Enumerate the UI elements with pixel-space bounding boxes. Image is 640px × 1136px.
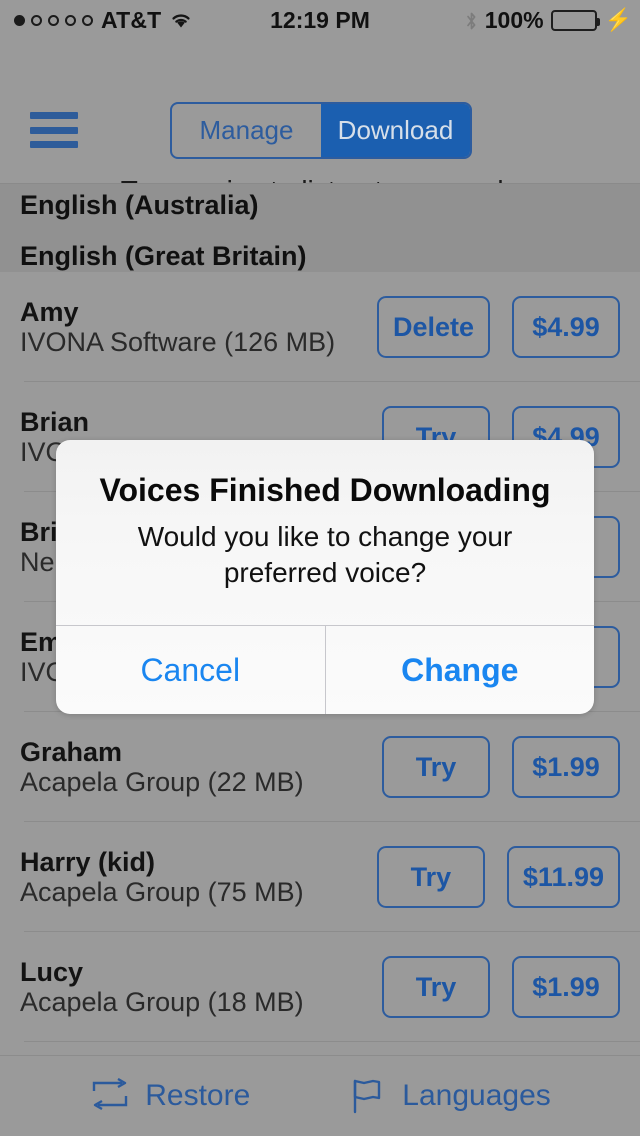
restore-loop-icon: [89, 1077, 131, 1114]
restore-button[interactable]: Restore: [89, 1077, 251, 1114]
language-item-great-britain[interactable]: English (Great Britain): [20, 241, 307, 272]
segment-manage[interactable]: Manage: [172, 104, 321, 157]
alert-button-row: Cancel Change: [56, 625, 594, 714]
status-bar: AT&T 12:19 PM 100% ⚡: [0, 0, 640, 40]
table-row[interactable]: Graham Acapela Group (22 MB) Try $1.99: [0, 712, 640, 822]
voice-info: Harry (kid) Acapela Group (75 MB): [20, 847, 304, 908]
navigation-header: Manage Download Tap a voice to listen to…: [0, 40, 640, 206]
voice-info: Graham Acapela Group (22 MB): [20, 737, 304, 798]
charging-bolt-icon: ⚡: [604, 7, 632, 32]
battery-icon: [550, 9, 600, 31]
cancel-button[interactable]: Cancel: [56, 626, 325, 714]
voice-info: Amy IVONA Software (126 MB): [20, 297, 336, 358]
alert-dialog: Voices Finished Downloading Would you li…: [56, 440, 594, 714]
row-separator: [24, 1041, 640, 1042]
voice-price-button[interactable]: $11.99: [506, 846, 620, 908]
voice-vendor: Acapela Group (75 MB): [20, 877, 304, 908]
voice-action-button[interactable]: Try: [376, 846, 485, 908]
voice-info: Bri Ne: [20, 517, 58, 578]
alert-message: Would you like to change your preferred …: [137, 520, 513, 588]
mode-segmented-control[interactable]: Manage Download: [170, 102, 472, 159]
languages-button[interactable]: Languages: [346, 1078, 551, 1114]
hamburger-menu-icon[interactable]: [30, 112, 78, 148]
voice-price-button[interactable]: $1.99: [512, 956, 620, 1018]
voice-vendor: Ne: [20, 547, 55, 578]
app-screen: AT&T 12:19 PM 100% ⚡ Manage Download Eng…: [0, 0, 640, 1136]
change-button[interactable]: Change: [324, 626, 595, 714]
voice-name: Harry (kid): [20, 847, 156, 877]
language-section-band: English (Australia) English (Great Brita…: [0, 183, 640, 272]
row-actions: Try $1.99: [382, 736, 620, 798]
voice-action-button[interactable]: Delete: [376, 296, 490, 358]
alert-body: Voices Finished Downloading Would you li…: [56, 440, 594, 625]
voice-price-button[interactable]: $4.99: [512, 296, 620, 358]
row-actions: Delete $4.99: [376, 296, 620, 358]
language-item-australia[interactable]: English (Australia): [20, 190, 259, 221]
flag-icon: [346, 1078, 388, 1114]
restore-label: Restore: [145, 1079, 251, 1112]
bottom-toolbar: Restore Languages: [0, 1055, 640, 1136]
voice-vendor: Acapela Group (18 MB): [20, 987, 304, 1018]
status-bar-right: 100% ⚡: [465, 7, 632, 34]
row-actions: Try $11.99: [376, 846, 620, 908]
segment-download[interactable]: Download: [321, 104, 470, 157]
voice-name: Amy: [20, 297, 79, 327]
voice-info: Lucy Acapela Group (18 MB): [20, 957, 304, 1018]
voice-price-button[interactable]: $1.99: [512, 736, 620, 798]
row-actions: Try $1.99: [382, 956, 620, 1018]
battery-percent-label: 100%: [484, 6, 544, 33]
voice-vendor: IVONA Software (126 MB): [20, 327, 336, 358]
table-row[interactable]: Harry (kid) Acapela Group (75 MB) Try $1…: [0, 822, 640, 932]
table-row[interactable]: Lucy Acapela Group (18 MB) Try $1.99: [0, 932, 640, 1042]
languages-label: Languages: [402, 1079, 551, 1112]
voice-name: Bri: [20, 517, 58, 547]
voice-action-button[interactable]: Try: [382, 956, 490, 1018]
voice-vendor: Acapela Group (22 MB): [20, 767, 304, 798]
bluetooth-icon: [465, 10, 478, 30]
voice-name: Graham: [20, 737, 123, 767]
voice-action-button[interactable]: Try: [382, 736, 490, 798]
voice-name: Brian: [20, 407, 90, 437]
alert-title: Voices Finished Downloading: [99, 472, 551, 508]
table-row[interactable]: Amy IVONA Software (126 MB) Delete $4.99: [0, 272, 640, 382]
voice-name: Lucy: [20, 957, 84, 987]
